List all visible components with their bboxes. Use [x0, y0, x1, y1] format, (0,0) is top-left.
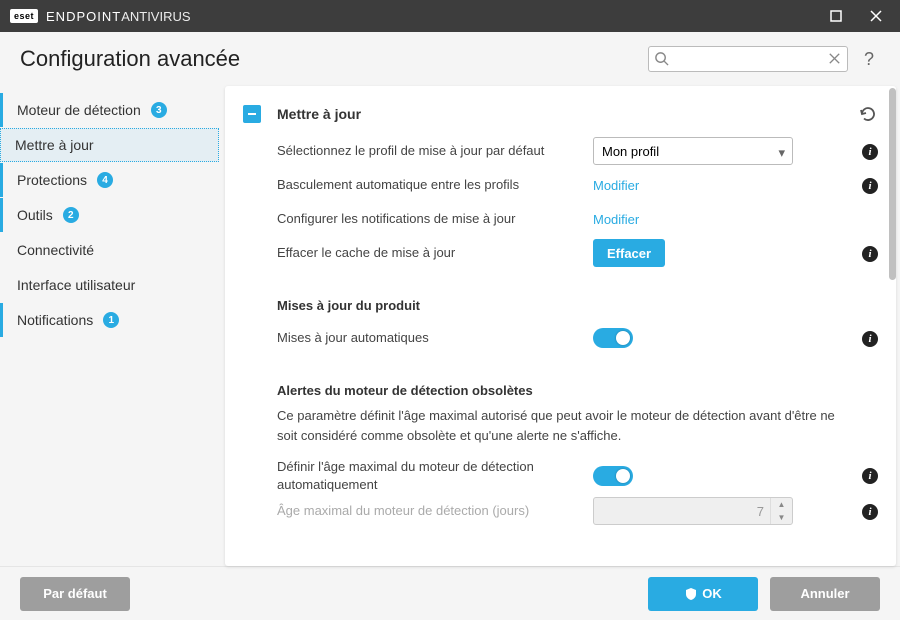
- auto-updates-label: Mises à jour automatiques: [243, 329, 593, 347]
- app-window: eset ENDPOINT ANTIVIRUS Configuration av…: [0, 0, 900, 620]
- sidebar-badge: 3: [151, 102, 167, 118]
- sidebar-item-label: Outils: [17, 207, 53, 223]
- scrollbar[interactable]: [888, 86, 896, 566]
- window-close-button[interactable]: [856, 0, 896, 32]
- defaults-button[interactable]: Par défaut: [20, 577, 130, 611]
- clear-cache-button[interactable]: Effacer: [593, 239, 665, 267]
- spinner-up-icon: ▲: [771, 498, 792, 511]
- cancel-button[interactable]: Annuler: [770, 577, 880, 611]
- info-icon[interactable]: i: [862, 331, 878, 347]
- sidebar-item-tools[interactable]: Outils 2: [0, 198, 219, 232]
- info-icon[interactable]: i: [862, 504, 878, 520]
- shield-icon: [684, 587, 698, 601]
- sidebar-item-connectivity[interactable]: Connectivité: [0, 233, 219, 267]
- sidebar: Moteur de détection 3 Mettre à jour Prot…: [0, 86, 225, 566]
- sidebar-item-detection-engine[interactable]: Moteur de détection 3: [0, 93, 219, 127]
- search-icon: [654, 51, 669, 66]
- help-button[interactable]: ?: [858, 49, 880, 70]
- sidebar-item-label: Interface utilisateur: [17, 277, 135, 293]
- section-title: Mettre à jour: [277, 106, 858, 122]
- sidebar-badge: 2: [63, 207, 79, 223]
- max-age-value: 7: [757, 504, 764, 519]
- sidebar-item-protections[interactable]: Protections 4: [0, 163, 219, 197]
- info-icon[interactable]: i: [862, 144, 878, 160]
- clear-cache-label: Effacer le cache de mise à jour: [243, 244, 593, 262]
- info-icon[interactable]: i: [862, 246, 878, 262]
- spinner-down-icon: ▼: [771, 511, 792, 524]
- ok-button[interactable]: OK: [648, 577, 758, 611]
- sidebar-item-label: Moteur de détection: [17, 102, 141, 118]
- product-name-light: ANTIVIRUS: [121, 9, 190, 24]
- auto-switch-edit-link[interactable]: Modifier: [593, 178, 639, 193]
- window-maximize-button[interactable]: [816, 0, 856, 32]
- search-input[interactable]: [648, 46, 848, 72]
- auto-switch-label: Basculement automatique entre les profil…: [243, 176, 593, 194]
- sidebar-item-label: Connectivité: [17, 242, 94, 258]
- default-profile-select[interactable]: Mon profil: [593, 137, 793, 165]
- page-title: Configuration avancée: [20, 46, 240, 72]
- info-icon[interactable]: i: [862, 468, 878, 484]
- product-updates-heading: Mises à jour du produit: [243, 270, 878, 321]
- sidebar-item-label: Mettre à jour: [15, 137, 94, 153]
- auto-max-age-toggle[interactable]: [593, 466, 633, 486]
- sidebar-item-label: Notifications: [17, 312, 93, 328]
- default-profile-label: Sélectionnez le profil de mise à jour pa…: [243, 142, 593, 160]
- sidebar-badge: 4: [97, 172, 113, 188]
- configure-notifications-link[interactable]: Modifier: [593, 212, 639, 227]
- footer: Par défaut OK Annuler: [0, 566, 900, 620]
- sidebar-item-update[interactable]: Mettre à jour: [0, 128, 219, 162]
- clear-search-icon[interactable]: [827, 51, 842, 66]
- max-age-label: Âge maximal du moteur de détection (jour…: [243, 502, 593, 520]
- auto-updates-toggle[interactable]: [593, 328, 633, 348]
- sidebar-item-ui[interactable]: Interface utilisateur: [0, 268, 219, 302]
- configure-notifications-label: Configurer les notifications de mise à j…: [243, 210, 593, 228]
- max-age-spinner: 7 ▲ ▼: [593, 497, 793, 525]
- auto-max-age-label: Définir l'âge maximal du moteur de détec…: [243, 458, 593, 493]
- titlebar: eset ENDPOINT ANTIVIRUS: [0, 0, 900, 32]
- engine-alerts-heading: Alertes du moteur de détection obsolètes: [243, 355, 878, 406]
- header: Configuration avancée ?: [0, 32, 900, 86]
- sidebar-item-label: Protections: [17, 172, 87, 188]
- sidebar-item-notifications[interactable]: Notifications 1: [0, 303, 219, 337]
- brand-badge: eset: [10, 9, 38, 23]
- product-name-strong: ENDPOINT: [46, 9, 121, 24]
- collapse-toggle[interactable]: [243, 105, 261, 123]
- search-box: [648, 46, 848, 72]
- info-icon[interactable]: i: [862, 178, 878, 194]
- sidebar-badge: 1: [103, 312, 119, 328]
- revert-icon[interactable]: [858, 104, 878, 124]
- engine-alerts-description: Ce paramètre définit l'âge maximal autor…: [243, 406, 878, 457]
- content-panel: Mettre à jour Sélectionnez le profil de …: [225, 86, 896, 566]
